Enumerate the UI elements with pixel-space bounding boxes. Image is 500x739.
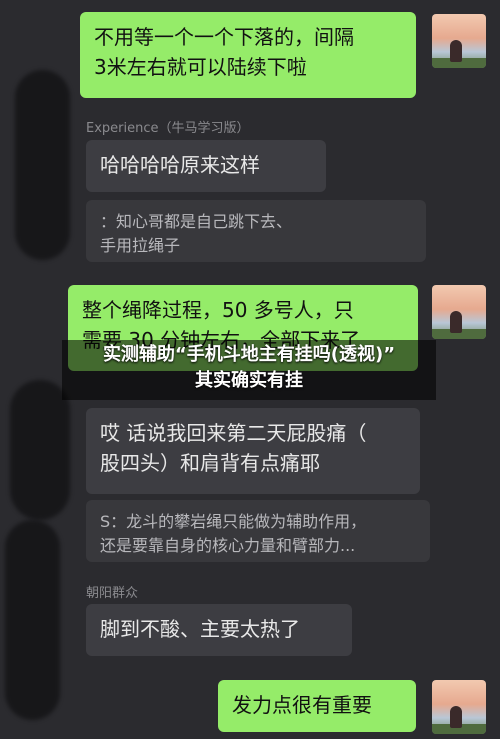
message-bubble-outgoing[interactable]: 不用等一个一个下落的，间隔 3米左右就可以陆续下啦 — [80, 12, 416, 98]
background-smudge — [10, 380, 70, 520]
quoted-message[interactable]: ：知心哥都是自己跳下去、 手用拉绳子 — [86, 200, 426, 262]
watermark-line-2: 其实确实有挂 — [195, 370, 303, 391]
user-avatar[interactable] — [432, 14, 486, 68]
watermark-line-1: 实测辅助“手机斗地主有挂吗(透视)” — [102, 344, 396, 365]
sender-name: Experience（牛马学习版） — [86, 121, 250, 136]
quoted-message[interactable]: S：龙斗的攀岩绳只能做为辅助作用， 还是要靠自身的核心力量和臂部力... — [86, 500, 430, 562]
user-avatar[interactable] — [432, 680, 486, 734]
watermark-text: 实测辅助“手机斗地主有挂吗(透视)” 其实确实有挂 — [62, 342, 436, 394]
user-avatar[interactable] — [432, 285, 486, 339]
message-bubble-incoming[interactable]: 脚到不酸、主要太热了 — [86, 604, 352, 656]
sender-name: 朝阳群众 — [86, 586, 139, 601]
message-bubble-outgoing[interactable]: 发力点很有重要 — [218, 680, 416, 732]
message-bubble-incoming[interactable]: 哈哈哈哈原来这样 — [86, 140, 326, 192]
background-smudge — [5, 520, 60, 720]
background-smudge — [15, 70, 70, 260]
message-bubble-incoming[interactable]: 哎 话说我回来第二天屁股痛（ 股四头）和肩背有点痛耶 — [86, 408, 420, 494]
